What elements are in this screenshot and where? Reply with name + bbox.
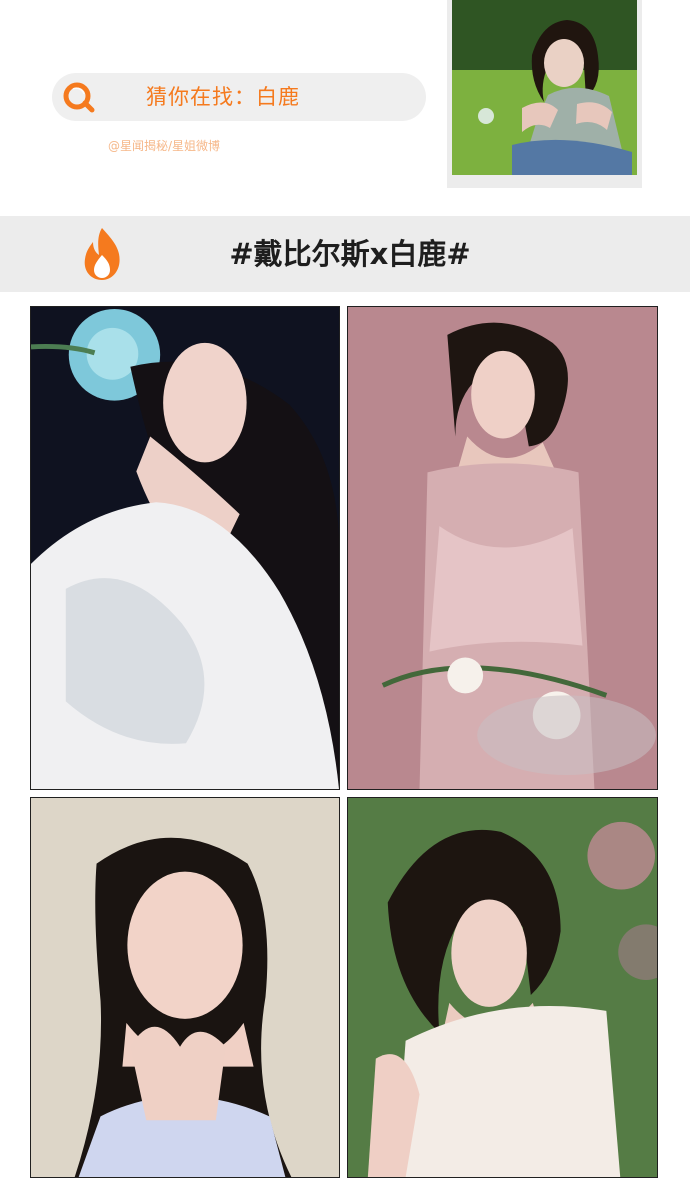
search-icon xyxy=(63,82,95,113)
gallery-photo-4[interactable] xyxy=(347,797,658,1178)
topic-title: #戴比尔斯x白鹿# xyxy=(229,237,471,271)
topic-header[interactable]: #戴比尔斯x白鹿# xyxy=(0,216,690,292)
source-attribution: @星闻揭秘/星姐微博 xyxy=(108,139,221,153)
thumbnail-photo xyxy=(452,0,637,175)
suggested-search-label: 猜你在找：白鹿 xyxy=(146,85,300,109)
search-recommendation-section: 猜你在找：白鹿 @星闻揭秘/星姐微博 xyxy=(0,0,690,216)
gallery-photo-2[interactable] xyxy=(347,306,658,790)
search-result-thumbnail[interactable] xyxy=(447,0,642,188)
suggested-search-button[interactable]: 猜你在找：白鹿 xyxy=(52,73,426,121)
gallery-photo-1[interactable] xyxy=(30,306,340,790)
fire-icon xyxy=(84,228,120,280)
gallery-photo-3[interactable] xyxy=(30,797,340,1178)
